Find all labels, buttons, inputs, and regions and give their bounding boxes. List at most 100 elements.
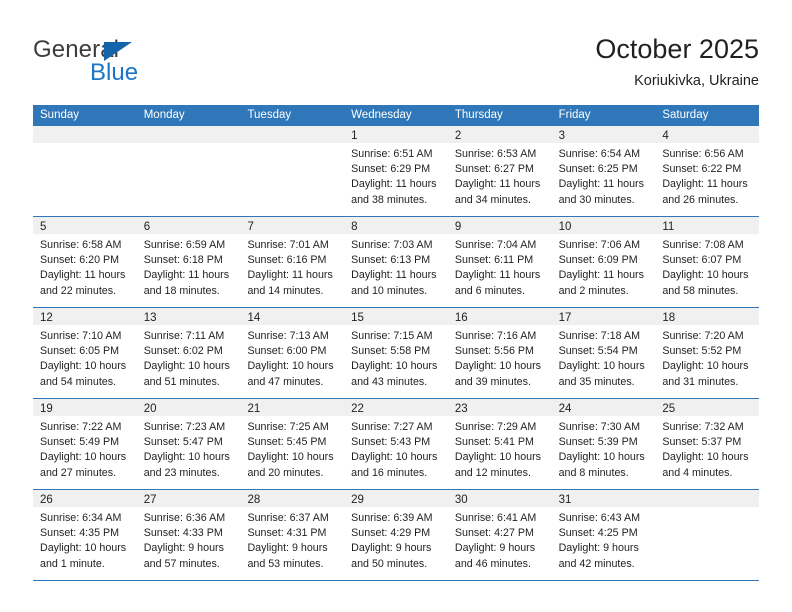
calendar-day-cell[interactable]: 10 Sunrise: 7:06 AM Sunset: 6:09 PM Dayligh…	[551, 217, 656, 307]
day-number: 24	[558, 403, 572, 415]
calendar-day-cell[interactable]: 11 Sunrise: 7:08 AM Sunset: 6:07 PM Dayligh…	[655, 217, 760, 307]
day-detail-line: Sunrise: 6:37 AM	[247, 512, 329, 524]
day-number-band	[240, 126, 345, 143]
day-details: Sunrise: 7:18 AM Sunset: 5:54 PM Daylight:…	[552, 325, 656, 390]
day-detail-line: Daylight: 11 hours	[40, 269, 126, 282]
calendar-day-cell[interactable]: 7 Sunrise: 7:01 AM Sunset: 6:16 PM Daylight…	[240, 217, 345, 307]
calendar-day-cell[interactable]: 3 Sunrise: 6:54 AM Sunset: 6:25 PM Daylight…	[551, 126, 656, 216]
day-number-band: 1	[344, 126, 448, 143]
day-detail-line: Sunset: 6:22 PM	[662, 163, 742, 176]
calendar-day-cell[interactable]: 8 Sunrise: 7:03 AM Sunset: 6:13 PM Daylight…	[344, 217, 448, 307]
day-number: 19	[40, 403, 53, 415]
day-number: 17	[558, 312, 572, 324]
day-details: Sunrise: 7:16 AM Sunset: 5:56 PM Daylight:…	[448, 325, 552, 390]
day-details: Sunrise: 7:01 AM Sunset: 6:16 PM Daylight:…	[240, 234, 344, 299]
day-number: 15	[351, 312, 364, 324]
calendar-day-cell[interactable]: 22 Sunrise: 7:27 AM Sunset: 5:43 PM Dayligh…	[344, 399, 448, 489]
day-detail-line: Sunset: 5:58 PM	[351, 345, 431, 358]
day-number: 9	[454, 221, 462, 233]
day-detail-line: Daylight: 9 hours	[143, 542, 224, 555]
calendar-day-cell[interactable]: 23 Sunrise: 7:29 AM Sunset: 5:41 PM Dayligh…	[447, 399, 552, 489]
day-number: 18	[662, 312, 676, 324]
calendar-day-cell[interactable]: 18 Sunrise: 7:20 AM Sunset: 5:52 PM Dayligh…	[655, 308, 760, 398]
day-number-band	[33, 126, 137, 143]
day-detail-line: Daylight: 11 hours	[662, 178, 748, 191]
weekday-header-row: Sunday Monday Tuesday Wednesday Thursday Frid…	[33, 105, 759, 126]
calendar-day-cell[interactable]: 31 Sunrise: 6:43 AM Sunset: 4:25 PM Dayligh…	[551, 490, 656, 580]
page-header: General Blue October 2025 Koriukivka, Uk…	[0, 0, 792, 100]
day-detail-line: Daylight: 11 hours	[351, 269, 437, 282]
day-details: Sunrise: 7:03 AM Sunset: 6:13 PM Daylight:…	[344, 234, 448, 299]
calendar-day-cell[interactable]: 17 Sunrise: 7:18 AM Sunset: 5:54 PM Dayligh…	[551, 308, 656, 398]
calendar-week-row: 12 Sunrise: 7:10 AM Sunset: 6:05 PM Dayligh…	[33, 308, 760, 399]
page-title: October 2025	[595, 34, 759, 64]
calendar-day-cell[interactable]: 1 Sunrise: 6:51 AM Sunset: 6:29 PM Daylight…	[344, 126, 448, 216]
day-detail-line: Sunrise: 7:30 AM	[558, 421, 640, 433]
day-details: Sunrise: 7:20 AM Sunset: 5:52 PM Daylight:…	[655, 325, 759, 390]
calendar-day-cell[interactable]: 21 Sunrise: 7:25 AM Sunset: 5:45 PM Dayligh…	[240, 399, 345, 489]
day-details: Sunrise: 7:11 AM Sunset: 6:02 PM Daylight:…	[137, 325, 241, 390]
calendar-day-cell[interactable]: 19 Sunrise: 7:22 AM Sunset: 5:49 PM Dayligh…	[33, 399, 137, 489]
day-detail-line: Daylight: 10 hours	[143, 451, 230, 464]
day-detail-line: Sunrise: 6:34 AM	[40, 512, 122, 524]
day-detail-line: Daylight: 10 hours	[40, 451, 127, 464]
day-details: Sunrise: 6:51 AM Sunset: 6:29 PM Daylight:…	[344, 143, 448, 208]
day-detail-line: Sunset: 5:39 PM	[558, 436, 638, 449]
calendar-day-cell[interactable]: 15 Sunrise: 7:15 AM Sunset: 5:58 PM Dayligh…	[344, 308, 448, 398]
day-detail-line: Sunrise: 7:29 AM	[454, 421, 537, 433]
calendar-day-cell[interactable]: 28 Sunrise: 6:37 AM Sunset: 4:31 PM Dayligh…	[240, 490, 345, 580]
calendar-day-cell[interactable]: 30 Sunrise: 6:41 AM Sunset: 4:27 PM Dayligh…	[447, 490, 552, 580]
day-detail-line: Sunrise: 7:04 AM	[454, 239, 537, 251]
day-detail-line: Daylight: 9 hours	[247, 542, 328, 555]
calendar-day-cell[interactable]: 24 Sunrise: 7:30 AM Sunset: 5:39 PM Dayligh…	[551, 399, 656, 489]
day-details: Sunrise: 6:36 AM Sunset: 4:33 PM Daylight:…	[137, 507, 241, 572]
day-number-band: 26	[33, 490, 137, 507]
day-detail-line: and 10 minutes.	[351, 284, 428, 297]
weekday-header-thursday: Thursday	[454, 109, 503, 121]
calendar-day-cell[interactable]: 5 Sunrise: 6:58 AM Sunset: 6:20 PM Daylight…	[33, 217, 137, 307]
day-detail-line: and 27 minutes.	[40, 466, 117, 479]
day-detail-line: Sunset: 5:56 PM	[454, 345, 534, 358]
calendar-day-cell[interactable]: 27 Sunrise: 6:36 AM Sunset: 4:33 PM Dayligh…	[136, 490, 241, 580]
day-details: Sunrise: 6:56 AM Sunset: 6:22 PM Daylight:…	[655, 143, 759, 208]
calendar-day-cell[interactable]: 13 Sunrise: 7:11 AM Sunset: 6:02 PM Dayligh…	[136, 308, 241, 398]
day-detail-line: Daylight: 11 hours	[247, 269, 333, 282]
day-number-band: 6	[136, 217, 241, 234]
day-detail-line: Daylight: 10 hours	[662, 451, 749, 464]
calendar-day-cell[interactable]: 2 Sunrise: 6:53 AM Sunset: 6:27 PM Daylight…	[447, 126, 552, 216]
calendar-week-row: 19 Sunrise: 7:22 AM Sunset: 5:49 PM Dayligh…	[33, 399, 760, 490]
general-blue-logo[interactable]: General Blue	[33, 36, 273, 92]
day-number-band	[136, 126, 241, 143]
day-detail-line: Sunset: 4:31 PM	[247, 527, 327, 540]
calendar-day-cell[interactable]: 6 Sunrise: 6:59 AM Sunset: 6:18 PM Daylight…	[136, 217, 241, 307]
day-details: Sunrise: 7:27 AM Sunset: 5:43 PM Daylight:…	[344, 416, 448, 481]
calendar-day-cell[interactable]: 29 Sunrise: 6:39 AM Sunset: 4:29 PM Dayligh…	[344, 490, 448, 580]
calendar-day-cell[interactable]: 16 Sunrise: 7:16 AM Sunset: 5:56 PM Dayligh…	[447, 308, 552, 398]
day-details: Sunrise: 7:23 AM Sunset: 5:47 PM Daylight:…	[137, 416, 241, 481]
day-detail-line: Sunrise: 7:15 AM	[351, 330, 433, 342]
day-details: Sunrise: 7:29 AM Sunset: 5:41 PM Daylight:…	[448, 416, 552, 481]
calendar-day-cell[interactable]: 25 Sunrise: 7:32 AM Sunset: 5:37 PM Dayligh…	[655, 399, 760, 489]
day-number-band: 5	[33, 217, 137, 234]
calendar-day-cell[interactable]: 26 Sunrise: 6:34 AM Sunset: 4:35 PM Dayligh…	[33, 490, 137, 580]
day-number-band: 13	[136, 308, 241, 325]
day-detail-line: Sunrise: 7:16 AM	[454, 330, 537, 342]
day-detail-line: Sunset: 6:16 PM	[247, 254, 327, 267]
day-details	[33, 143, 137, 147]
day-detail-line: Sunset: 6:09 PM	[558, 254, 638, 267]
day-detail-line: Daylight: 9 hours	[558, 542, 639, 555]
day-number-band: 11	[655, 217, 760, 234]
calendar-day-cell[interactable]: 4 Sunrise: 6:56 AM Sunset: 6:22 PM Daylight…	[655, 126, 760, 216]
day-detail-line: Sunset: 6:07 PM	[662, 254, 742, 267]
calendar-day-cell[interactable]: 20 Sunrise: 7:23 AM Sunset: 5:47 PM Dayligh…	[136, 399, 241, 489]
weekday-header-friday: Friday	[558, 109, 591, 121]
day-detail-line: and 57 minutes.	[143, 557, 220, 570]
calendar-day-cell[interactable]: 9 Sunrise: 7:04 AM Sunset: 6:11 PM Daylight…	[447, 217, 552, 307]
day-details: Sunrise: 6:41 AM Sunset: 4:27 PM Daylight:…	[448, 507, 552, 572]
calendar-day-cell[interactable]: 14 Sunrise: 7:13 AM Sunset: 6:00 PM Dayligh…	[240, 308, 345, 398]
day-number-band: 9	[447, 217, 552, 234]
calendar-day-cell[interactable]: 12 Sunrise: 7:10 AM Sunset: 6:05 PM Dayligh…	[33, 308, 137, 398]
day-detail-line: Sunset: 6:00 PM	[247, 345, 327, 358]
day-detail-line: Sunrise: 6:53 AM	[454, 148, 537, 160]
day-detail-line: and 2 minutes.	[558, 284, 629, 297]
